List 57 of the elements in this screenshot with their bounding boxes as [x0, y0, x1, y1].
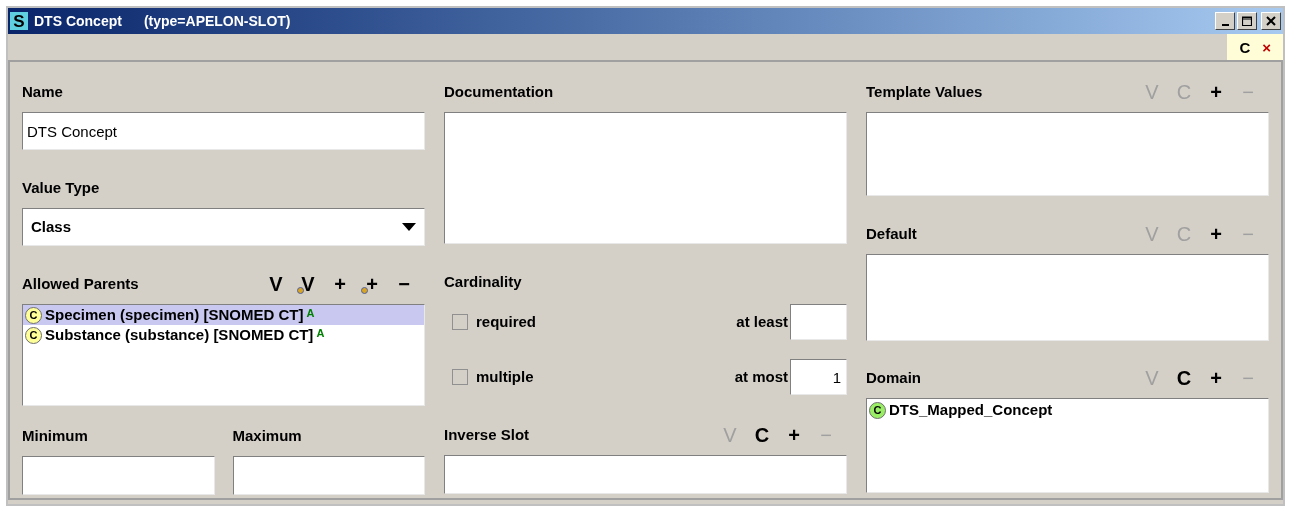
flag-label: A: [306, 306, 315, 321]
action-button[interactable]: V: [263, 272, 289, 296]
close-button[interactable]: [1261, 12, 1281, 30]
action-button[interactable]: C: [1171, 366, 1197, 390]
minimize-button[interactable]: [1215, 12, 1235, 30]
class-badge: C: [25, 306, 42, 324]
section-label: Template Values: [866, 81, 983, 102]
section-label: Inverse Slot: [444, 424, 530, 445]
close-button[interactable]: ×: [1262, 39, 1271, 55]
extended-action-button[interactable]: +: [359, 272, 385, 296]
checkbox-label: required: [476, 311, 536, 332]
checkbox-label: multiple: [476, 366, 534, 387]
action-button[interactable]: −: [391, 272, 417, 296]
window-subtitle: (type=APELON-SLOT): [143, 11, 291, 31]
inverse-slot-field[interactable]: [444, 455, 847, 494]
class-badge: C: [25, 326, 42, 344]
app-icon: S: [10, 12, 28, 30]
section-label: Documentation: [444, 81, 554, 102]
minimum-field[interactable]: [22, 456, 215, 495]
bound-field[interactable]: 1: [790, 359, 847, 395]
domain-name: DTS_Mapped_Concept: [889, 399, 1053, 420]
action-button[interactable]: C: [749, 423, 775, 447]
documentation-field[interactable]: [444, 112, 847, 244]
checkbox[interactable]: [452, 314, 468, 330]
class-badge: C: [869, 401, 886, 419]
close-icon: [1266, 16, 1276, 26]
section-label: Allowed Parents: [22, 273, 139, 294]
section-label: Domain: [866, 367, 921, 388]
parent-name: Substance (substance) [SNOMED CT]: [45, 324, 314, 345]
extended-action-button[interactable]: V: [295, 272, 321, 296]
class-button[interactable]: C: [1239, 39, 1251, 55]
minimize-icon: [1221, 23, 1229, 26]
action-button[interactable]: +: [1203, 80, 1229, 104]
maximize-icon: [1242, 16, 1252, 26]
action-button[interactable]: +: [327, 272, 353, 296]
window-title: DTS Concept: [34, 11, 122, 31]
section-label: Maximum: [232, 425, 302, 446]
caret-icon: [402, 223, 416, 231]
domain-item[interactable]: C DTS_Mapped_Concept: [867, 399, 1268, 421]
bound-label: at most: [734, 366, 788, 387]
bound-field[interactable]: [790, 304, 847, 340]
maximum-field[interactable]: [232, 456, 425, 495]
flag-label: A: [316, 326, 325, 341]
section-label: Default: [866, 223, 917, 244]
section-label: Name: [22, 81, 63, 102]
bound-label: at least: [736, 311, 788, 332]
section-label: Value Type: [22, 177, 100, 198]
checkbox[interactable]: [452, 369, 468, 385]
action-button[interactable]: +: [781, 423, 807, 447]
action-button[interactable]: +: [1203, 366, 1229, 390]
section-label: Cardinality: [444, 271, 522, 292]
name-field[interactable]: DTS Concept: [22, 112, 425, 150]
maximize-button[interactable]: [1237, 12, 1257, 30]
action-button[interactable]: +: [1203, 222, 1229, 246]
value-type-dropdown[interactable]: Class: [22, 208, 425, 246]
section-label: Minimum: [22, 425, 88, 446]
parent-name: Specimen (specimen) [SNOMED CT]: [45, 304, 304, 325]
